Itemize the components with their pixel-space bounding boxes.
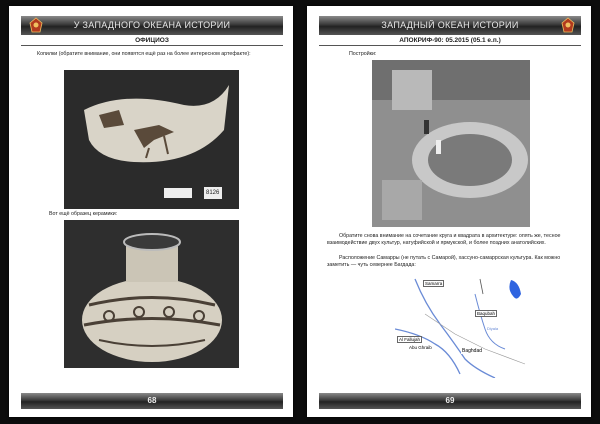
excavation-photo [372,60,530,227]
intro-paragraph: Копилки (обратите внимание, они появятся… [37,51,251,57]
painted-vessel-image [64,220,239,368]
emblem-icon [561,17,575,33]
page-number: 69 [445,396,455,405]
map-label-samarra: Samarra [423,280,445,287]
header-title: У ЗАПАДНОГО ОКЕАНА ИСТОРИИ [73,20,231,30]
footer-banner: 68 [21,393,283,409]
excavation-image [372,60,530,227]
left-page: У ЗАПАДНОГО ОКЕАНА ИСТОРИИ ОФИЦИОЗ Копил… [9,6,293,417]
map-label-baqubah: Baqubah [475,310,498,317]
header-banner: ЗАПАДНЫЙ ОКЕАН ИСТОРИИ [319,16,581,35]
map-rivers [395,278,526,378]
location-paragraph: Расположение Самарры (не путать с Самаро… [327,255,561,268]
pottery-fragment-image [64,70,239,209]
pottery-caption: Вот ещё образец керамики: [49,211,118,217]
header-banner: У ЗАПАДНОГО ОКЕАНА ИСТОРИИ [21,16,283,35]
map-label-diyala: Diyala [487,326,499,331]
artifact-label: 8126 [206,190,220,196]
map-label-al-fallujah: Al Fallujah [397,336,423,343]
map-image: Samarra Baqubah Al Fallujah Abu Ghraib B… [395,274,545,378]
right-page: ЗАПАДНЫЙ ОКЕАН ИСТОРИИ АПОКРИФ-90: 05.20… [307,6,591,417]
architecture-paragraph: Обратите снова внимание на сочетание кру… [327,233,561,246]
page-number: 68 [147,396,157,405]
buildings-caption: Постройки: [349,51,377,57]
pottery-fragment-photo: 8126 [64,70,239,209]
map-label-abu-ghraib: Abu Ghraib [409,345,432,350]
painted-vessel-photo [64,220,239,368]
map-label-baghdad: Baghdad [461,348,484,354]
header-title: ЗАПАДНЫЙ ОКЕАН ИСТОРИИ [381,20,519,30]
section-title: ОФИЦИОЗ [21,36,283,46]
issue-title: АПОКРИФ-90: 05.2015 (05.1 е.п.) [319,36,581,46]
footer-banner: 69 [319,393,581,409]
